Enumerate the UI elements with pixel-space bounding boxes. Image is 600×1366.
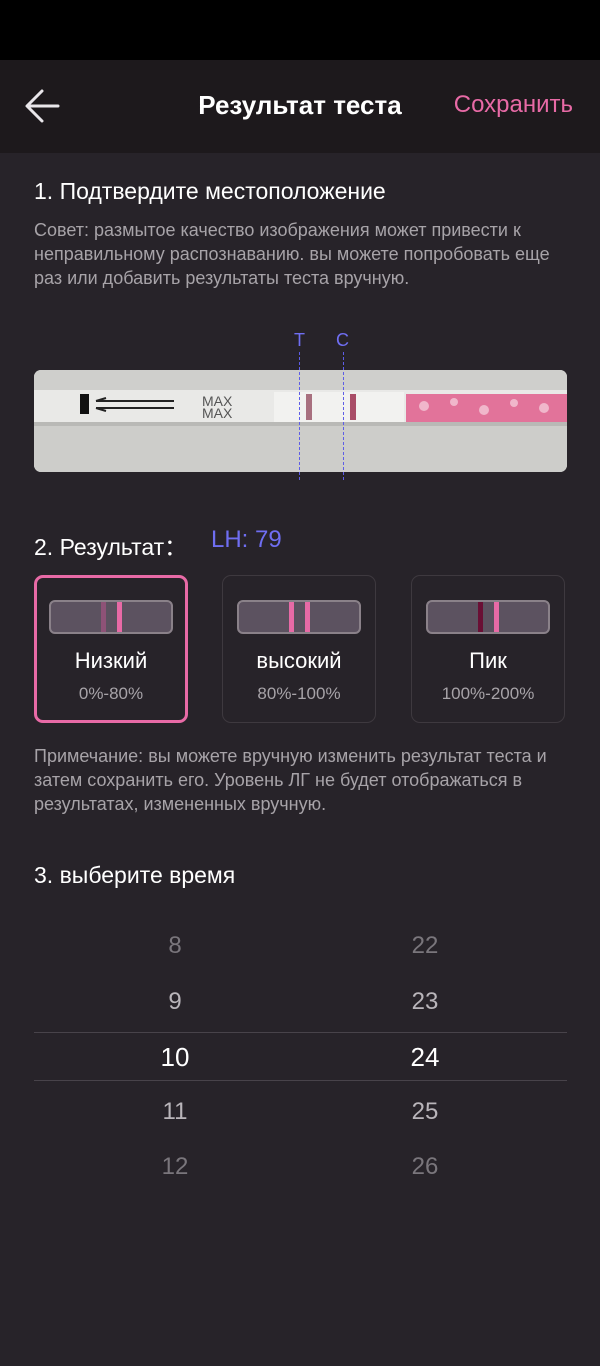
step3-title: 3. выберите время [34, 862, 236, 888]
time-picker[interactable]: 8 9 10 11 12 22 23 24 25 26 [34, 918, 567, 1198]
marker-c-label: C [336, 330, 349, 350]
marker-t-line[interactable] [299, 352, 300, 480]
hour-option-selected[interactable]: 10 [42, 1042, 308, 1073]
minute-option[interactable]: 22 [292, 932, 558, 960]
mini-strip-low-icon [49, 600, 173, 634]
mini-strip-high-icon [237, 600, 361, 634]
hour-option[interactable]: 12 [42, 1153, 308, 1181]
top-bar: Результат теста Сохранить [0, 60, 600, 153]
step2-title: 2. Результат： [34, 534, 188, 560]
marker-t-label: T [294, 330, 305, 350]
result-option-range: 100%-200% [441, 684, 535, 703]
result-option-range: 0%-80% [78, 684, 144, 703]
picker-selection-top-line [34, 1032, 567, 1033]
picker-selection-bottom-line [34, 1080, 567, 1081]
minute-option-selected[interactable]: 24 [292, 1042, 558, 1073]
save-button[interactable]: Сохранить [454, 91, 573, 119]
mini-strip-peak-icon [426, 600, 550, 634]
hour-option[interactable]: 11 [42, 1098, 308, 1126]
step1-tip: Совет: размытое качество изображения мож… [34, 220, 550, 288]
result-option-name: высокий [256, 648, 342, 673]
test-strip-image: MAX MAX [34, 370, 567, 472]
result-option-peak[interactable]: Пик 100%-200% [411, 575, 565, 723]
result-option-range: 80%-100% [257, 684, 341, 703]
status-bar [0, 0, 600, 60]
result-note: Примечание: вы можете вручную изменить р… [34, 746, 547, 814]
minute-option[interactable]: 25 [292, 1098, 558, 1126]
result-option-name: Пик [469, 648, 507, 673]
minute-option[interactable]: 26 [292, 1153, 558, 1181]
strip-max-text-2: MAX [202, 405, 233, 421]
test-strip-area: T C MAX MAX [34, 330, 567, 480]
minute-option[interactable]: 23 [292, 988, 558, 1016]
hour-option[interactable]: 9 [42, 988, 308, 1016]
step1-title: 1. Подтвердите местоположение [34, 178, 386, 204]
result-option-high[interactable]: высокий 80%-100% [222, 575, 376, 723]
hour-option[interactable]: 8 [42, 932, 308, 960]
marker-c-line[interactable] [343, 352, 344, 480]
lh-value: LH: 79 [211, 526, 282, 553]
result-option-name: Низкий [74, 648, 148, 673]
result-option-low[interactable]: Низкий 0%-80% [34, 575, 188, 723]
